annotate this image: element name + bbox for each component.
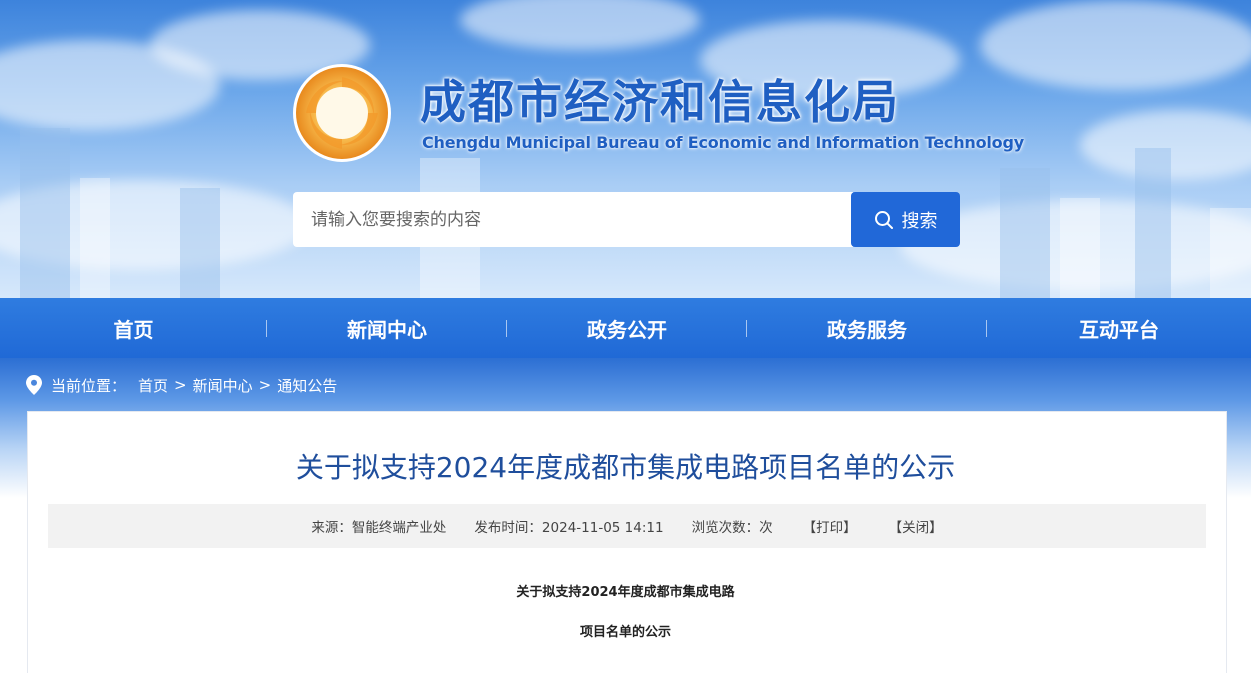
nav-item-label: 新闻中心 xyxy=(347,317,427,342)
article-body-heading-line2: 项目名单的公示 xyxy=(579,625,671,640)
search-icon xyxy=(874,210,893,229)
site-title: 成都市经济和信息化局 xyxy=(420,75,900,129)
nav-item-home[interactable]: 首页 xyxy=(0,298,267,358)
breadcrumb-link-news[interactable]: 新闻中心 xyxy=(193,375,253,396)
location-pin-icon xyxy=(26,375,42,395)
article-view-count: 浏览次数：次 xyxy=(691,520,773,536)
nav-item-label: 首页 xyxy=(113,317,154,342)
search-button-label: 搜索 xyxy=(901,210,938,232)
article-meta-bar: 来源：智能终端产业处 发布时间：2024-11-05 14:11 浏览次数：次 … xyxy=(48,504,1206,548)
nav-item-label: 互动平台 xyxy=(1079,317,1159,342)
breadcrumb-separator: > xyxy=(258,376,272,394)
article-body-heading-line1: 关于拟支持2024年度成都市集成电路 xyxy=(516,585,735,600)
article-title: 关于拟支持2024年度成都市集成电路项目名单的公示 xyxy=(295,451,956,484)
nav-item-label: 政务服务 xyxy=(827,317,907,342)
print-button[interactable]: 【打印】 xyxy=(803,516,857,536)
search-button[interactable]: 搜索 xyxy=(851,192,960,247)
nav-item-label: 政务公开 xyxy=(587,317,667,342)
nav-item-gov-affairs[interactable]: 政务公开 xyxy=(507,298,747,358)
header-banner: 成都市经济和信息化局 Chengdu Municipal Bureau of E… xyxy=(0,0,1251,298)
search-input[interactable] xyxy=(293,192,853,247)
nav-divider xyxy=(266,320,267,337)
nav-divider xyxy=(746,320,747,337)
main-nav: 首页 新闻中心 政务公开 政务服务 互动平台 xyxy=(0,298,1251,358)
breadcrumb: 当前位置： 首页 > 新闻中心 > 通知公告 xyxy=(26,373,337,397)
nav-divider xyxy=(506,320,507,337)
site-subtitle: Chengdu Municipal Bureau of Economic and… xyxy=(422,133,1024,152)
nav-divider xyxy=(986,320,987,337)
breadcrumb-label: 当前位置： xyxy=(51,376,127,395)
breadcrumb-separator: > xyxy=(174,376,187,394)
bureau-logo-icon xyxy=(293,64,391,162)
nav-item-news[interactable]: 新闻中心 xyxy=(267,298,507,358)
article-publish-time: 发布时间：2024-11-05 14:11 xyxy=(474,520,664,536)
breadcrumb-link-notices[interactable]: 通知公告 xyxy=(277,375,337,396)
nav-item-gov-services[interactable]: 政务服务 xyxy=(747,298,987,358)
nav-item-interaction[interactable]: 互动平台 xyxy=(987,298,1251,358)
close-button[interactable]: 【关闭】 xyxy=(889,516,943,536)
article-source: 来源：智能终端产业处 xyxy=(311,520,447,536)
breadcrumb-link-home[interactable]: 首页 xyxy=(138,375,168,396)
